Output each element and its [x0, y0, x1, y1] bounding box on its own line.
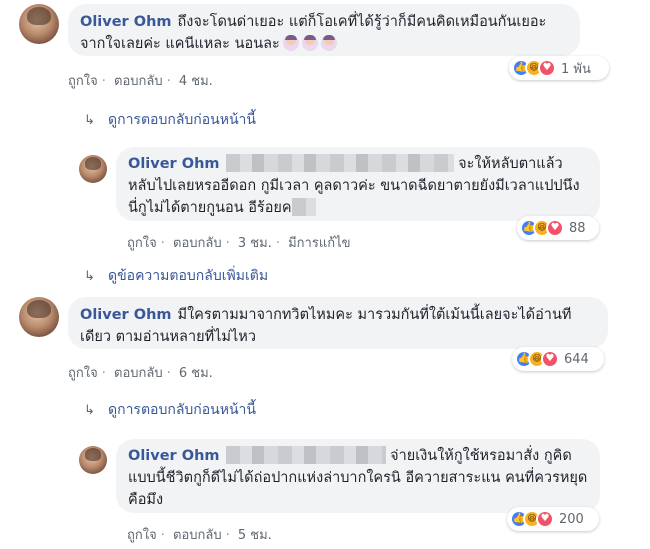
comment-bubble: Oliver Ohm มีใครตามมาจากทวิตไหมคะ มารวมกั… [68, 297, 608, 349]
view-previous-replies-label[interactable]: ดูการตอบกลับก่อนหน้านี้ [108, 402, 256, 418]
reply-button[interactable]: ตอบกลับ [173, 236, 222, 251]
comment-author[interactable]: Oliver Ohm [80, 14, 172, 30]
comment-actions: ถูกใจ · ตอบกลับ · 6 ชม. [68, 366, 213, 381]
comment-actions: ถูกใจ · ตอบกลับ · 3 ชม. · มีการแก้ไข [127, 236, 351, 251]
reaction-count: 1 พัน [561, 61, 591, 77]
love-reaction-icon: ♥ [536, 510, 554, 528]
comment-timestamp[interactable]: 5 ชม. [238, 528, 272, 543]
emoji-icon [301, 35, 318, 51]
reaction-count: 88 [569, 220, 586, 236]
reply-arrow-icon: ↳ [84, 113, 95, 128]
edited-label[interactable]: มีการแก้ไข [288, 236, 350, 251]
reaction-summary[interactable]: 👍 😆 ♥ 200 [507, 507, 599, 531]
comment-bubble: Oliver Ohm จะให้หลับตาแล้วหลับไปเลยหรออี… [116, 147, 600, 221]
comment-actions: ถูกใจ · ตอบกลับ · 4 ชม. [68, 74, 213, 89]
view-previous-replies-label[interactable]: ดูการตอบกลับก่อนหน้านี้ [108, 112, 256, 128]
comment-author[interactable]: Oliver Ohm [128, 448, 220, 464]
avatar[interactable] [79, 446, 107, 474]
redacted-name [225, 154, 454, 172]
reply-arrow-icon: ↳ [84, 269, 95, 284]
comment-bubble: Oliver Ohm ถึงจะโดนด่าเยอะ แต่ก็โอเคที่ได… [68, 4, 580, 56]
reply-button[interactable]: ตอบกลับ [114, 74, 163, 89]
emoji-icon [282, 35, 299, 51]
avatar[interactable] [79, 155, 107, 183]
view-more-replies-label[interactable]: ดูข้อความตอบกลับเพิ่มเติม [108, 268, 268, 284]
like-button[interactable]: ถูกใจ [68, 74, 98, 89]
reaction-summary[interactable]: 👍 😆 ♥ 1 พัน [509, 56, 609, 80]
view-previous-replies-link[interactable]: ↳ ดูการตอบกลับก่อนหน้านี้ [84, 109, 256, 131]
comment-actions: ถูกใจ · ตอบกลับ · 5 ชม. [127, 528, 272, 543]
view-more-replies-link[interactable]: ↳ ดูข้อความตอบกลับเพิ่มเติม [84, 265, 268, 287]
avatar[interactable] [19, 4, 59, 44]
comment-timestamp[interactable]: 4 ชม. [179, 74, 213, 89]
reply-button[interactable]: ตอบกลับ [173, 528, 222, 543]
comment-timestamp[interactable]: 6 ชม. [179, 366, 213, 381]
redacted-text [291, 198, 316, 216]
reply-button[interactable]: ตอบกลับ [114, 366, 163, 381]
reaction-summary[interactable]: 👍 😆 ♥ 88 [517, 216, 599, 240]
love-reaction-icon: ♥ [541, 350, 559, 368]
avatar[interactable] [19, 297, 59, 337]
redacted-name [225, 446, 386, 464]
love-reaction-icon: ♥ [538, 59, 556, 77]
comment-author[interactable]: Oliver Ohm [128, 156, 220, 172]
like-button[interactable]: ถูกใจ [127, 236, 157, 251]
reaction-count: 200 [559, 511, 584, 527]
like-button[interactable]: ถูกใจ [68, 366, 98, 381]
view-previous-replies-link[interactable]: ↳ ดูการตอบกลับก่อนหน้านี้ [84, 399, 256, 421]
love-reaction-icon: ♥ [546, 219, 564, 237]
reaction-summary[interactable]: 👍 😆 ♥ 644 [512, 347, 604, 371]
reaction-count: 644 [564, 351, 589, 367]
reply-arrow-icon: ↳ [84, 403, 95, 418]
like-button[interactable]: ถูกใจ [127, 528, 157, 543]
emoji-icon [320, 35, 337, 51]
comment-bubble: Oliver Ohm จ่ายเงินให้กูใช้หรอมาสั่ง กูค… [116, 439, 600, 513]
comment-author[interactable]: Oliver Ohm [80, 307, 172, 323]
comment-timestamp[interactable]: 3 ชม. [238, 236, 272, 251]
